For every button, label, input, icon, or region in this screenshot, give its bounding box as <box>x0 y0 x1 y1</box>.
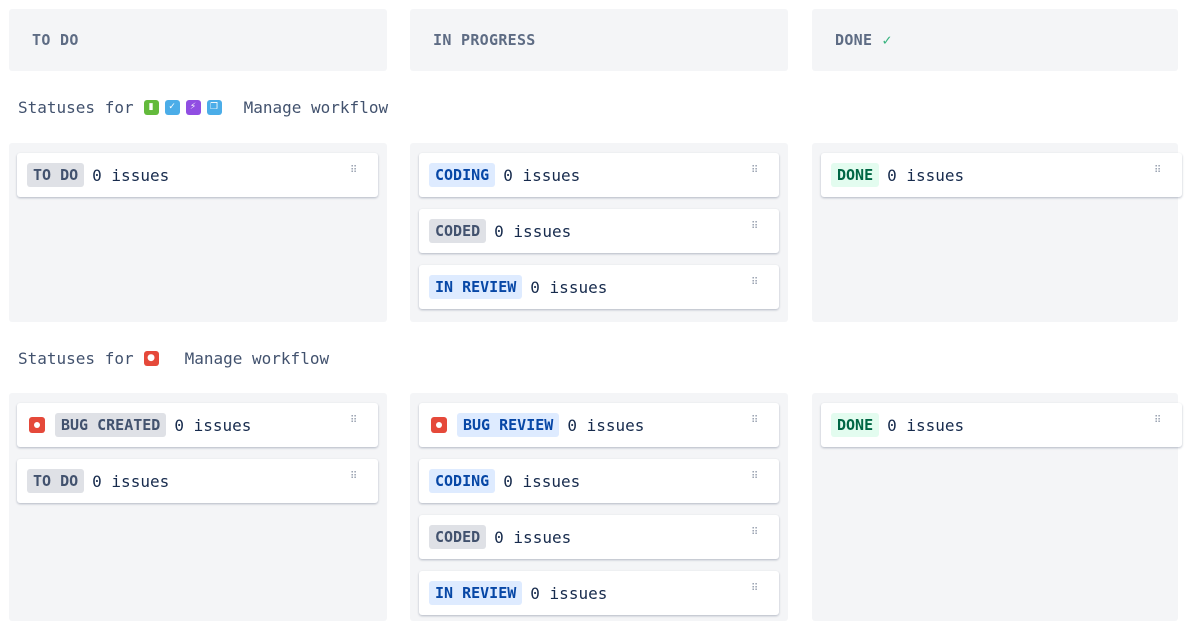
issue-count: 0 issues <box>887 165 965 185</box>
status-card[interactable]: TO DO 0 issues ⠿ <box>17 459 378 503</box>
statuses-for-label: Statuses for <box>18 97 134 117</box>
column-title: DONE <box>835 31 873 49</box>
status-lozenge: CODED <box>429 219 487 243</box>
bug-icon: ● <box>143 350 159 366</box>
bug-icon <box>431 417 447 433</box>
status-card[interactable]: CODED 0 issues ⠿ <box>419 515 779 559</box>
drag-handle-icon[interactable]: ⠿ <box>751 278 758 288</box>
status-lozenge: CODING <box>429 163 496 187</box>
status-card[interactable]: BUG CREATED 0 issues ⠿ <box>17 403 378 447</box>
status-lozenge: DONE <box>831 163 880 187</box>
drag-handle-icon[interactable]: ⠿ <box>751 222 758 232</box>
drag-handle-icon[interactable]: ⠿ <box>751 528 758 538</box>
issue-count: 0 issues <box>530 583 608 603</box>
issue-count: 0 issues <box>494 221 572 241</box>
column-header-in-progress: IN PROGRESS <box>410 9 788 71</box>
column-title: TO DO <box>32 31 79 49</box>
drag-handle-icon[interactable]: ⠿ <box>751 472 758 482</box>
status-lozenge: DONE <box>831 413 880 437</box>
issue-count: 0 issues <box>92 471 170 491</box>
status-card[interactable]: CODING 0 issues ⠿ <box>419 153 779 197</box>
status-card[interactable]: DONE 0 issues ⠿ <box>821 403 1182 447</box>
status-lozenge: CODING <box>429 469 496 493</box>
issue-count: 0 issues <box>530 277 608 297</box>
status-lozenge: IN REVIEW <box>429 275 523 299</box>
column-header-todo: TO DO <box>9 9 387 71</box>
status-lozenge: TO DO <box>27 163 85 187</box>
status-card[interactable]: IN REVIEW 0 issues ⠿ <box>419 571 779 615</box>
status-lozenge: IN REVIEW <box>429 581 523 605</box>
issue-count: 0 issues <box>503 471 581 491</box>
status-card[interactable]: IN REVIEW 0 issues ⠿ <box>419 265 779 309</box>
status-card[interactable]: TO DO 0 issues ⠿ <box>17 153 378 197</box>
issue-count: 0 issues <box>494 527 572 547</box>
status-lozenge: CODED <box>429 525 487 549</box>
task-icon: ✓ <box>164 99 180 115</box>
drag-handle-icon[interactable]: ⠿ <box>350 472 357 482</box>
drag-handle-icon[interactable]: ⠿ <box>1154 166 1161 176</box>
subtask-icon: ❐ <box>206 99 222 115</box>
drag-handle-icon[interactable]: ⠿ <box>350 166 357 176</box>
status-card[interactable]: DONE 0 issues ⠿ <box>821 153 1182 197</box>
drag-handle-icon[interactable]: ⠿ <box>350 416 357 426</box>
epic-icon: ⚡ <box>185 99 201 115</box>
drag-handle-icon[interactable]: ⠿ <box>751 584 758 594</box>
issue-count: 0 issues <box>503 165 581 185</box>
workflow-board: TO DO IN PROGRESS DONE ✓ Statuses for ▮ … <box>0 0 1186 621</box>
status-lozenge: BUG CREATED <box>55 413 167 437</box>
issue-count: 0 issues <box>567 415 645 435</box>
manage-workflow-link[interactable]: Manage workflow <box>185 349 330 368</box>
issue-count: 0 issues <box>92 165 170 185</box>
issue-count: 0 issues <box>174 415 252 435</box>
bug-icon <box>29 417 45 433</box>
section-label-1: Statuses for ▮ ✓ ⚡ ❐ Manage workflow <box>18 95 388 119</box>
drag-handle-icon[interactable]: ⠿ <box>751 416 758 426</box>
drag-handle-icon[interactable]: ⠿ <box>1154 416 1161 426</box>
manage-workflow-link[interactable]: Manage workflow <box>244 98 389 117</box>
status-lozenge: TO DO <box>27 469 85 493</box>
column-header-done: DONE ✓ <box>812 9 1178 71</box>
status-card[interactable]: CODED 0 issues ⠿ <box>419 209 779 253</box>
statuses-for-label: Statuses for <box>18 348 134 368</box>
status-lozenge: BUG REVIEW <box>457 413 560 437</box>
drag-handle-icon[interactable]: ⠿ <box>751 166 758 176</box>
section-label-2: Statuses for ● Manage workflow <box>18 346 329 370</box>
status-card[interactable]: CODING 0 issues ⠿ <box>419 459 779 503</box>
status-card[interactable]: BUG REVIEW 0 issues ⠿ <box>419 403 779 447</box>
check-icon: ✓ <box>882 31 892 49</box>
column-title: IN PROGRESS <box>433 31 536 49</box>
issue-count: 0 issues <box>887 415 965 435</box>
story-icon: ▮ <box>143 99 159 115</box>
